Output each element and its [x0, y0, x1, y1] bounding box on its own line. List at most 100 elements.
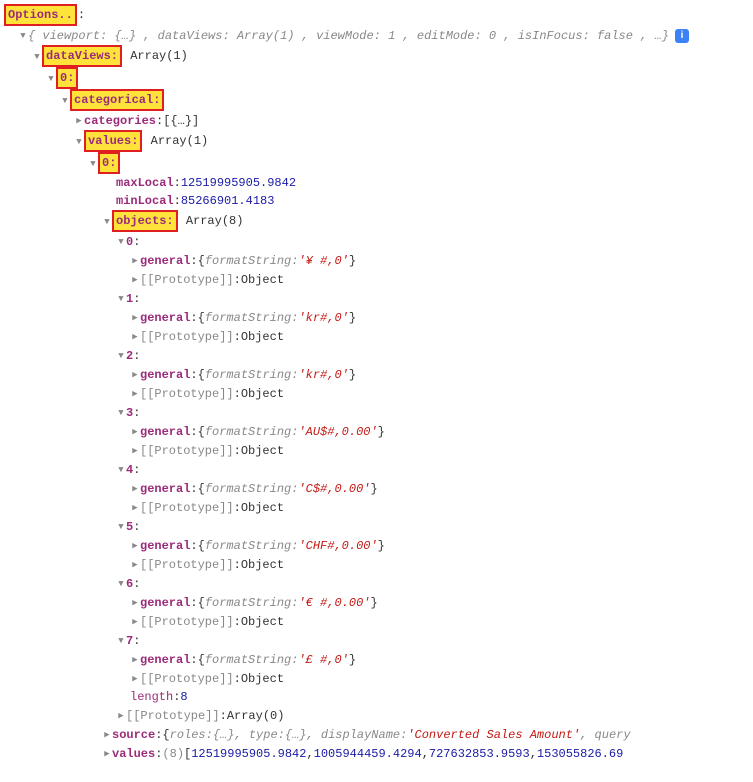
proto-val-7: Object — [241, 670, 284, 688]
info-icon[interactable]: i — [675, 29, 689, 43]
formatstring-key-6: formatString: — [205, 594, 299, 612]
source-roles-key: roles: — [170, 726, 213, 744]
val-isinfocus: false — [597, 29, 633, 43]
proto-objects-val: Array(0) — [227, 707, 285, 725]
general-key-3[interactable]: general — [140, 423, 190, 441]
general-key-5[interactable]: general — [140, 537, 190, 555]
obj-index-5[interactable]: 5 — [126, 518, 133, 536]
valuesarr-count: (8) — [162, 745, 184, 763]
dataviews-key[interactable]: dataViews: — [42, 45, 122, 67]
caret-proto-1[interactable] — [130, 327, 140, 346]
val-editmode: 0 — [489, 29, 496, 43]
obj-index-7[interactable]: 7 — [126, 632, 133, 650]
proto-key-3[interactable]: [[Prototype]] — [140, 442, 234, 460]
caret-general-0[interactable] — [130, 251, 140, 270]
length-val: 8 — [180, 688, 187, 706]
formatstring-val-0: '¥ #,0' — [298, 252, 348, 270]
caret-proto-5[interactable] — [130, 555, 140, 574]
caret-obj2[interactable] — [116, 346, 126, 365]
objects-type: Array(8) — [179, 212, 244, 230]
caret-categorical[interactable] — [60, 91, 70, 110]
proto-key-2[interactable]: [[Prototype]] — [140, 385, 234, 403]
caret-source[interactable] — [102, 725, 112, 744]
caret-general-1[interactable] — [130, 308, 140, 327]
categories-key[interactable]: categories — [84, 112, 156, 130]
maxlocal-key[interactable]: maxLocal — [116, 174, 174, 192]
formatstring-val-2: 'kr#,0' — [298, 366, 348, 384]
caret-proto-0[interactable] — [130, 270, 140, 289]
proto-val-4: Object — [241, 499, 284, 517]
dataviews-type: Array(1) — [123, 47, 188, 65]
brace-open: { — [28, 29, 35, 43]
obj-index-0[interactable]: 0 — [126, 233, 133, 251]
valuesarr-v3: 153055826.69 — [537, 745, 623, 763]
caret-valuesarr[interactable] — [102, 744, 112, 763]
caret-values[interactable] — [74, 132, 84, 151]
caret-obj3[interactable] — [116, 403, 126, 422]
caret-values0[interactable] — [88, 154, 98, 173]
caret-proto-6[interactable] — [130, 612, 140, 631]
general-key-6[interactable]: general — [140, 594, 190, 612]
caret-dv0[interactable] — [46, 69, 56, 88]
caret-dataviews[interactable] — [32, 47, 42, 66]
categorical-key[interactable]: categorical: — [70, 89, 164, 111]
length-key[interactable]: length — [130, 688, 173, 706]
valuesarr-v2: 727632853.9593 — [429, 745, 530, 763]
general-key-7[interactable]: general — [140, 651, 190, 669]
proto-key-5[interactable]: [[Prototype]] — [140, 556, 234, 574]
options-label[interactable]: Options.. — [4, 4, 77, 26]
colon: : — [78, 6, 85, 24]
obj-index-2[interactable]: 2 — [126, 347, 133, 365]
caret-proto-2[interactable] — [130, 384, 140, 403]
caret-categories[interactable] — [74, 111, 84, 130]
val-viewmode: 1 — [388, 29, 395, 43]
general-key-2[interactable]: general — [140, 366, 190, 384]
source-type-key: , type: — [234, 726, 284, 744]
caret-proto-3[interactable] — [130, 441, 140, 460]
objects-key[interactable]: objects: — [112, 210, 178, 232]
proto-val-0: Object — [241, 271, 284, 289]
proto-val-3: Object — [241, 442, 284, 460]
caret-obj0[interactable] — [116, 232, 126, 251]
caret-obj6[interactable] — [116, 574, 126, 593]
caret-general-4[interactable] — [130, 479, 140, 498]
minlocal-val: 85266901.4183 — [181, 192, 275, 210]
formatstring-val-4: 'C$#,0.00' — [298, 480, 370, 498]
caret-obj5[interactable] — [116, 517, 126, 536]
proto-objects-key[interactable]: [[Prototype]] — [126, 707, 220, 725]
caret-root[interactable] — [18, 26, 28, 45]
general-key-4[interactable]: general — [140, 480, 190, 498]
valuesarr-key[interactable]: values — [112, 745, 155, 763]
obj-index-3[interactable]: 3 — [126, 404, 133, 422]
key-viewport: viewport: — [42, 29, 114, 43]
minlocal-key[interactable]: minLocal — [116, 192, 174, 210]
obj-index-1[interactable]: 1 — [126, 290, 133, 308]
caret-obj4[interactable] — [116, 460, 126, 479]
general-key-1[interactable]: general — [140, 309, 190, 327]
formatstring-val-6: '€ #,0.00' — [298, 594, 370, 612]
caret-obj7[interactable] — [116, 631, 126, 650]
proto-key-1[interactable]: [[Prototype]] — [140, 328, 234, 346]
caret-objects[interactable] — [102, 212, 112, 231]
caret-general-6[interactable] — [130, 593, 140, 612]
obj-index-6[interactable]: 6 — [126, 575, 133, 593]
caret-general-3[interactable] — [130, 422, 140, 441]
values-index0[interactable]: 0: — [98, 152, 120, 174]
values-key[interactable]: values: — [84, 130, 142, 152]
obj-index-4[interactable]: 4 — [126, 461, 133, 479]
caret-proto-4[interactable] — [130, 498, 140, 517]
dv-index0[interactable]: 0: — [56, 67, 78, 89]
proto-key-6[interactable]: [[Prototype]] — [140, 613, 234, 631]
proto-key-7[interactable]: [[Prototype]] — [140, 670, 234, 688]
caret-general-5[interactable] — [130, 536, 140, 555]
caret-proto-objects[interactable] — [116, 706, 126, 725]
proto-key-4[interactable]: [[Prototype]] — [140, 499, 234, 517]
formatstring-key-1: formatString: — [205, 309, 299, 327]
general-key-0[interactable]: general — [140, 252, 190, 270]
proto-key-0[interactable]: [[Prototype]] — [140, 271, 234, 289]
source-key[interactable]: source — [112, 726, 155, 744]
caret-proto-7[interactable] — [130, 669, 140, 688]
caret-general-2[interactable] — [130, 365, 140, 384]
caret-obj1[interactable] — [116, 289, 126, 308]
caret-general-7[interactable] — [130, 650, 140, 669]
